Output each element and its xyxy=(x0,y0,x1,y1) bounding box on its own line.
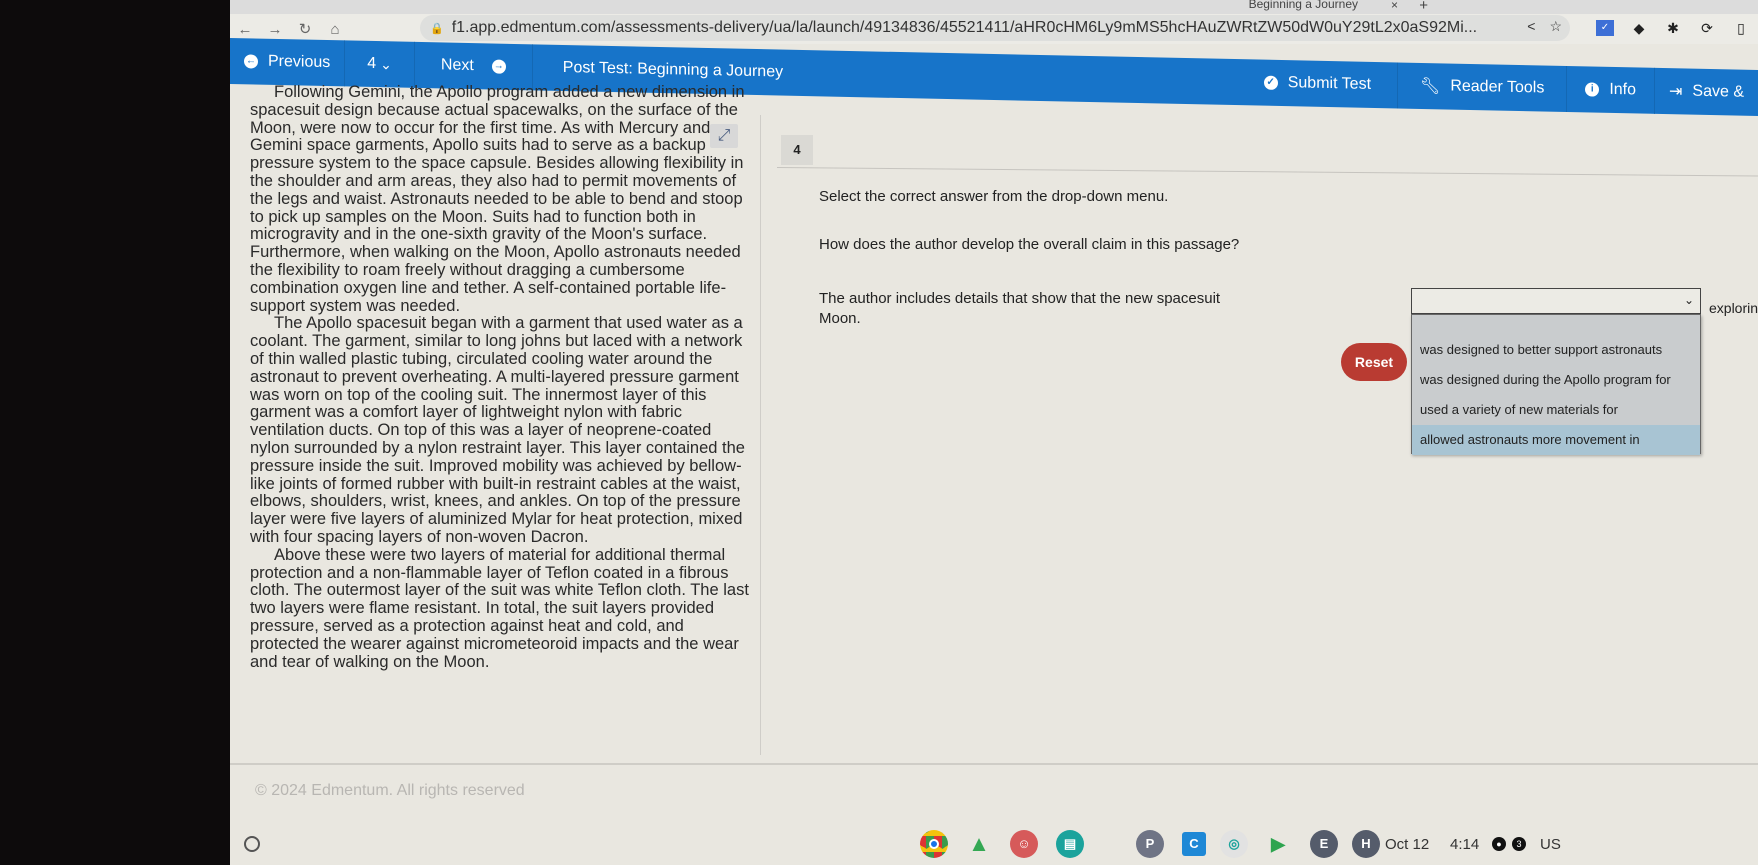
browser-toolbar: ← → ↻ ⌂ 🔒 f1.app.edmentum.com/assessment… xyxy=(230,14,1758,44)
sign-out-icon: ⇥ xyxy=(1669,83,1683,101)
passage-paragraph: Following Gemini, the Apollo program add… xyxy=(250,83,745,315)
passage-paragraph: The Apollo spacesuit began with a garmen… xyxy=(250,314,745,546)
info-label: Info xyxy=(1609,80,1636,99)
copyright-text: © 2024 Edmentum. All rights reserved xyxy=(255,782,525,799)
divider xyxy=(776,167,1758,177)
back-icon[interactable]: ← xyxy=(230,21,260,38)
dropdown-option-highlighted[interactable]: allowed astronauts more movement in xyxy=(1412,425,1700,455)
answer-stem-before: The author includes details that show th… xyxy=(819,290,1221,307)
notification-count-badge[interactable]: 3 xyxy=(1512,837,1526,851)
launcher-icon[interactable] xyxy=(244,836,260,852)
reload-icon[interactable]: ↻ xyxy=(290,20,320,38)
check-icon: ✓ xyxy=(1263,75,1278,90)
next-label: Next xyxy=(440,56,474,75)
app-p-icon[interactable]: P xyxy=(1136,830,1164,858)
previous-button[interactable]: ← Previous xyxy=(230,38,346,87)
previous-label: Previous xyxy=(268,52,331,72)
app-icon[interactable]: ☺ xyxy=(1010,830,1038,858)
question-instruction: Select the correct answer from the drop-… xyxy=(819,188,1169,205)
locale[interactable]: US xyxy=(1540,836,1561,853)
info-button[interactable]: i Info xyxy=(1567,66,1655,114)
passage-paragraph: Above these were two layers of material … xyxy=(250,545,749,671)
question-number: 4 xyxy=(367,54,377,73)
save-label: Save & xyxy=(1692,82,1744,101)
answer-stem-end: Moon. xyxy=(819,310,861,327)
date[interactable]: Oct 12 xyxy=(1385,836,1429,853)
chevron-down-icon: ⌄ xyxy=(1683,293,1694,307)
new-tab-button[interactable]: + xyxy=(1419,0,1428,14)
lock-icon: 🔒 xyxy=(430,22,444,35)
bookmark-star-icon[interactable]: ☆ xyxy=(1549,18,1562,35)
info-icon: i xyxy=(1585,82,1600,97)
extension-icon[interactable]: ◆ xyxy=(1630,20,1648,37)
browser-tab[interactable]: Beginning a Journey xyxy=(1249,0,1358,11)
submit-test-button[interactable]: ✓ Submit Test xyxy=(1237,59,1399,109)
dropdown-option[interactable]: was designed to better support astronaut… xyxy=(1412,335,1700,365)
share-icon[interactable]: < xyxy=(1527,18,1535,35)
reader-tools-button[interactable]: 🔧︎ Reader Tools xyxy=(1398,62,1568,113)
url-text[interactable]: f1.app.edmentum.com/assessments-delivery… xyxy=(452,19,1477,37)
extension-icon[interactable]: ✓ xyxy=(1596,20,1614,36)
screen: Beginning a Journey × + ← → ↻ ⌂ 🔒 f1.app… xyxy=(230,0,1758,865)
play-store-icon[interactable]: ▶ xyxy=(1264,830,1292,858)
question-number-badge: 4 xyxy=(781,135,813,165)
wrench-icon: 🔧︎ xyxy=(1420,77,1441,96)
question-prompt: How does the author develop the overall … xyxy=(819,236,1240,253)
classroom-icon[interactable]: ▤ xyxy=(1056,830,1084,858)
submit-label: Submit Test xyxy=(1287,74,1372,93)
dropdown-option[interactable]: used a variety of new materials for xyxy=(1412,395,1700,425)
save-exit-button[interactable]: ⇥ Save & xyxy=(1655,68,1758,116)
reading-passage: Following Gemini, the Apollo program add… xyxy=(240,83,750,764)
expand-icon[interactable]: ⤢ xyxy=(710,124,738,148)
answer-dropdown[interactable]: ⌄ xyxy=(1411,288,1701,314)
puzzle-icon[interactable]: ✱ xyxy=(1664,20,1682,37)
extension-icon[interactable]: ⟳ xyxy=(1698,20,1716,37)
arrow-left-icon: ← xyxy=(244,54,258,69)
home-icon[interactable]: ⌂ xyxy=(320,21,350,38)
os-shelf: ▲ ☺ ▤ P C ◎ ▶ E H Oct 12 4:14 ● 3 US xyxy=(230,822,1758,865)
tab-strip: Beginning a Journey × + xyxy=(230,0,1758,14)
address-bar[interactable]: 🔒 f1.app.edmentum.com/assessments-delive… xyxy=(420,15,1570,41)
chevron-down-icon: ⌄ xyxy=(380,55,392,72)
app-e-icon[interactable]: E xyxy=(1310,830,1338,858)
dropdown-menu: was designed to better support astronaut… xyxy=(1411,314,1701,455)
arrow-right-icon: → xyxy=(491,59,506,74)
question-panel: 4 Select the correct answer from the dro… xyxy=(760,115,1758,755)
reset-button[interactable]: Reset xyxy=(1341,343,1407,381)
time[interactable]: 4:14 xyxy=(1450,836,1479,853)
app-q-icon[interactable]: ◎ xyxy=(1220,830,1248,858)
sidepanel-icon[interactable]: ▯ xyxy=(1732,20,1750,37)
close-tab-icon[interactable]: × xyxy=(1391,0,1398,12)
question-selector[interactable]: 4 ⌄ xyxy=(345,40,415,88)
app-h-icon[interactable]: H xyxy=(1352,830,1380,858)
forward-icon[interactable]: → xyxy=(260,21,290,38)
footer-divider xyxy=(230,763,1758,765)
app-c-icon[interactable]: C xyxy=(1182,832,1206,856)
status-icon[interactable]: ● xyxy=(1492,837,1506,851)
dropdown-option[interactable]: was designed during the Apollo program f… xyxy=(1412,365,1700,395)
answer-stem-after: exploring the xyxy=(1709,300,1758,316)
reader-tools-label: Reader Tools xyxy=(1450,77,1545,97)
drive-icon[interactable]: ▲ xyxy=(965,830,993,858)
chrome-icon[interactable] xyxy=(920,830,948,858)
